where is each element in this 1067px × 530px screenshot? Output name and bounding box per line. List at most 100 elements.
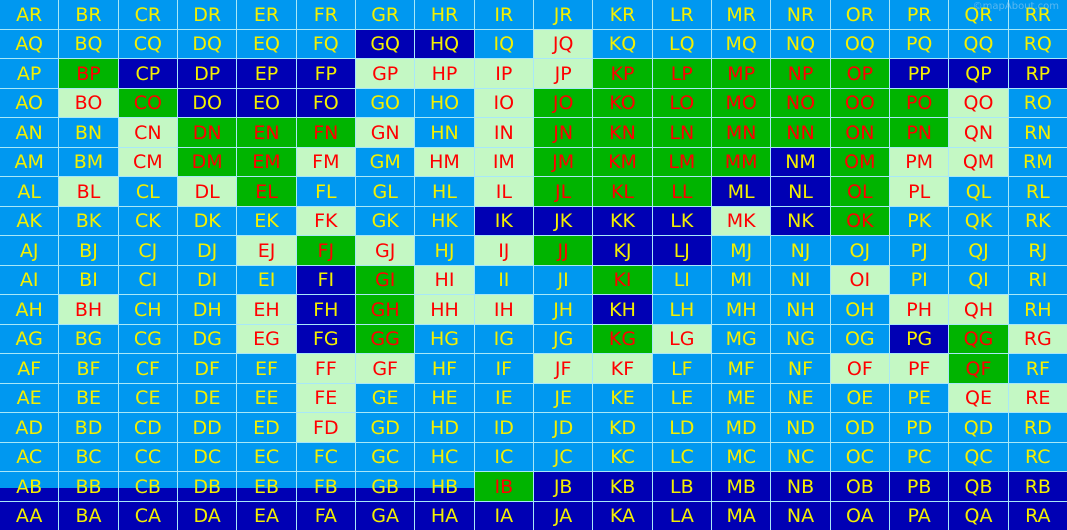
grid-field-nf[interactable]: NF xyxy=(771,354,830,383)
grid-field-rn[interactable]: RN xyxy=(1008,118,1067,147)
grid-field-ga[interactable]: GA xyxy=(355,501,415,530)
grid-field-cd[interactable]: CD xyxy=(118,413,177,442)
grid-field-hp[interactable]: HP xyxy=(415,59,474,88)
grid-field-nc[interactable]: NC xyxy=(771,442,830,471)
grid-field-dh[interactable]: DH xyxy=(177,295,237,324)
grid-field-ip[interactable]: IP xyxy=(474,59,533,88)
grid-field-hm[interactable]: HM xyxy=(415,147,474,176)
grid-field-nk[interactable]: NK xyxy=(771,206,830,235)
grid-field-qm[interactable]: QM xyxy=(949,147,1008,176)
grid-field-gq[interactable]: GQ xyxy=(355,29,415,58)
grid-field-qn[interactable]: QN xyxy=(949,118,1008,147)
grid-field-of[interactable]: OF xyxy=(830,354,889,383)
grid-field-kl[interactable]: KL xyxy=(593,177,652,206)
grid-field-rc[interactable]: RC xyxy=(1008,442,1067,471)
grid-field-ac[interactable]: AC xyxy=(0,442,59,471)
grid-field-rl[interactable]: RL xyxy=(1008,177,1067,206)
grid-field-gg[interactable]: GG xyxy=(355,324,415,353)
grid-field-bj[interactable]: BJ xyxy=(59,236,118,265)
grid-field-rr[interactable]: RR xyxy=(1008,0,1067,29)
grid-field-em[interactable]: EM xyxy=(237,147,296,176)
grid-field-br[interactable]: BR xyxy=(59,0,118,29)
grid-field-eo[interactable]: EO xyxy=(237,88,296,117)
grid-field-kq[interactable]: KQ xyxy=(593,29,652,58)
grid-field-ja[interactable]: JA xyxy=(533,501,593,530)
grid-field-qf[interactable]: QF xyxy=(949,354,1008,383)
grid-field-jc[interactable]: JC xyxy=(533,442,593,471)
grid-field-dg[interactable]: DG xyxy=(177,324,237,353)
grid-field-ld[interactable]: LD xyxy=(652,413,711,442)
grid-field-ca[interactable]: CA xyxy=(118,501,177,530)
grid-field-jf[interactable]: JF xyxy=(533,354,593,383)
grid-field-gr[interactable]: GR xyxy=(355,0,415,29)
grid-field-nb[interactable]: NB xyxy=(771,472,830,501)
grid-field-no[interactable]: NO xyxy=(771,88,830,117)
grid-field-ia[interactable]: IA xyxy=(474,501,533,530)
grid-field-aq[interactable]: AQ xyxy=(0,29,59,58)
grid-field-ji[interactable]: JI xyxy=(533,265,593,294)
grid-field-ni[interactable]: NI xyxy=(771,265,830,294)
grid-field-ij[interactable]: IJ xyxy=(474,236,533,265)
grid-field-ak[interactable]: AK xyxy=(0,206,59,235)
grid-field-pp[interactable]: PP xyxy=(889,59,949,88)
grid-field-lc[interactable]: LC xyxy=(652,442,711,471)
grid-field-eb[interactable]: EB xyxy=(237,472,296,501)
grid-field-hf[interactable]: HF xyxy=(415,354,474,383)
grid-field-og[interactable]: OG xyxy=(830,324,889,353)
grid-field-ae[interactable]: AE xyxy=(0,383,59,412)
grid-field-kc[interactable]: KC xyxy=(593,442,652,471)
grid-field-dk[interactable]: DK xyxy=(177,206,237,235)
grid-field-fd[interactable]: FD xyxy=(296,413,355,442)
grid-field-hi[interactable]: HI xyxy=(415,265,474,294)
grid-field-fj[interactable]: FJ xyxy=(296,236,355,265)
grid-field-ef[interactable]: EF xyxy=(237,354,296,383)
grid-field-hn[interactable]: HN xyxy=(415,118,474,147)
grid-field-pa[interactable]: PA xyxy=(889,501,949,530)
grid-field-bd[interactable]: BD xyxy=(59,413,118,442)
grid-field-od[interactable]: OD xyxy=(830,413,889,442)
grid-field-pc[interactable]: PC xyxy=(889,442,949,471)
grid-field-hr[interactable]: HR xyxy=(415,0,474,29)
grid-field-me[interactable]: ME xyxy=(711,383,771,412)
grid-field-de[interactable]: DE xyxy=(177,383,237,412)
grid-field-hh[interactable]: HH xyxy=(415,295,474,324)
grid-field-ro[interactable]: RO xyxy=(1008,88,1067,117)
grid-field-pi[interactable]: PI xyxy=(889,265,949,294)
grid-field-lo[interactable]: LO xyxy=(652,88,711,117)
grid-field-mc[interactable]: MC xyxy=(711,442,771,471)
grid-field-ki[interactable]: KI xyxy=(593,265,652,294)
grid-field-ei[interactable]: EI xyxy=(237,265,296,294)
grid-field-ap[interactable]: AP xyxy=(0,59,59,88)
grid-field-oo[interactable]: OO xyxy=(830,88,889,117)
grid-field-bq[interactable]: BQ xyxy=(59,29,118,58)
grid-field-gi[interactable]: GI xyxy=(355,265,415,294)
grid-field-mj[interactable]: MJ xyxy=(711,236,771,265)
grid-field-gm[interactable]: GM xyxy=(355,147,415,176)
grid-field-nq[interactable]: NQ xyxy=(771,29,830,58)
grid-field-pn[interactable]: PN xyxy=(889,118,949,147)
grid-field-hj[interactable]: HJ xyxy=(415,236,474,265)
grid-field-jb[interactable]: JB xyxy=(533,472,593,501)
grid-field-ci[interactable]: CI xyxy=(118,265,177,294)
grid-field-ge[interactable]: GE xyxy=(355,383,415,412)
grid-field-df[interactable]: DF xyxy=(177,354,237,383)
grid-field-db[interactable]: DB xyxy=(177,472,237,501)
grid-field-ad[interactable]: AD xyxy=(0,413,59,442)
grid-field-kd[interactable]: KD xyxy=(593,413,652,442)
grid-field-rb[interactable]: RB xyxy=(1008,472,1067,501)
grid-field-bf[interactable]: BF xyxy=(59,354,118,383)
grid-field-jg[interactable]: JG xyxy=(533,324,593,353)
grid-field-lq[interactable]: LQ xyxy=(652,29,711,58)
grid-field-cn[interactable]: CN xyxy=(118,118,177,147)
grid-field-ba[interactable]: BA xyxy=(59,501,118,530)
grid-field-pq[interactable]: PQ xyxy=(889,29,949,58)
grid-field-oi[interactable]: OI xyxy=(830,265,889,294)
grid-field-fq[interactable]: FQ xyxy=(296,29,355,58)
grid-field-gk[interactable]: GK xyxy=(355,206,415,235)
grid-field-mk[interactable]: MK xyxy=(711,206,771,235)
grid-field-gp[interactable]: GP xyxy=(355,59,415,88)
grid-field-ir[interactable]: IR xyxy=(474,0,533,29)
grid-field-lg[interactable]: LG xyxy=(652,324,711,353)
grid-field-qe[interactable]: QE xyxy=(949,383,1008,412)
grid-field-lf[interactable]: LF xyxy=(652,354,711,383)
